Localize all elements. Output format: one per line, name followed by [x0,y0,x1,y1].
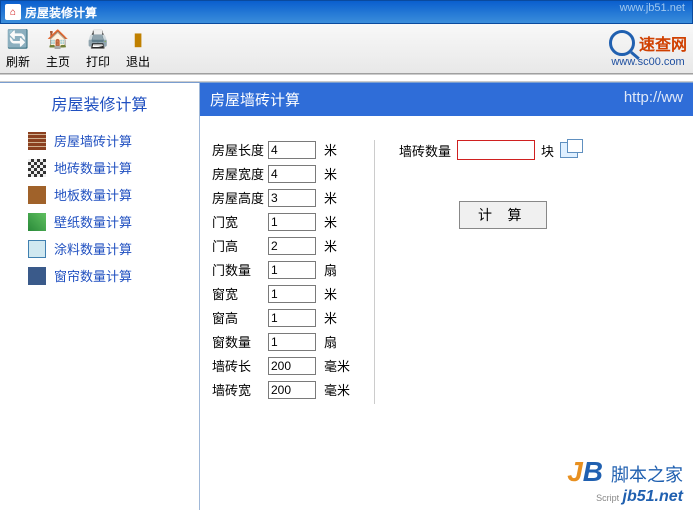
search-logo-url: www.sc00.com [611,56,684,68]
home-label: 主页 [46,53,70,70]
watermark-top: www.jb51.net [620,2,685,14]
content-title: 房屋墙砖计算 [210,89,300,110]
magnifier-icon [609,30,635,56]
row-tile-length: 墙砖长毫米 [212,356,350,375]
row-room-width: 房屋宽度米 [212,164,350,183]
content-url: http://ww [624,89,683,110]
refresh-icon: 🔄 [6,27,30,51]
door-width-input[interactable] [268,213,316,231]
room-width-input[interactable] [268,165,316,183]
toolbar: 🔄 刷新 🏠 主页 🖨️ 打印 ▮ 退出 速查网 www.sc00.com [0,24,693,74]
paint-icon [28,240,46,258]
refresh-label: 刷新 [6,53,30,70]
sidebar-item-wallpaper[interactable]: 壁纸数量计算 [0,208,199,235]
window-height-input[interactable] [268,309,316,327]
tile-width-input[interactable] [268,381,316,399]
row-window-height: 窗高米 [212,308,350,327]
app-icon: ⌂ [5,4,21,20]
sidebar-item-floor-board[interactable]: 地板数量计算 [0,181,199,208]
sidebar-item-curtain[interactable]: 窗帘数量计算 [0,262,199,289]
content-header: 房屋墙砖计算 http://ww [200,83,693,116]
sidebar-item-label: 地板数量计算 [54,185,132,204]
curtain-icon [28,267,46,285]
door-height-input[interactable] [268,237,316,255]
print-icon: 🖨️ [86,27,110,51]
sidebar-title: 房屋装修计算 [0,91,199,115]
print-label: 打印 [86,53,110,70]
footer-logo: JB脚本之家 Script jb51.net [567,456,683,506]
copy-icon[interactable] [560,142,578,158]
exit-button[interactable]: ▮ 退出 [126,27,150,70]
sidebar-item-label: 窗帘数量计算 [54,266,132,285]
input-form: 房屋长度米 房屋宽度米 房屋高度米 门宽米 门高米 门数量扇 窗宽米 窗高米 窗… [212,140,375,404]
sidebar-item-label: 地砖数量计算 [54,158,132,177]
floor-icon [28,186,46,204]
calculate-button[interactable]: 计 算 [459,201,547,229]
tile-icon [28,159,46,177]
exit-label: 退出 [126,53,150,70]
row-window-width: 窗宽米 [212,284,350,303]
tile-length-input[interactable] [268,357,316,375]
sidebar-item-label: 壁纸数量计算 [54,212,132,231]
form-area: 房屋长度米 房屋宽度米 房屋高度米 门宽米 门高米 门数量扇 窗宽米 窗高米 窗… [200,116,693,416]
result-form: 墙砖数量 块 计 算 [375,140,578,404]
row-result: 墙砖数量 块 [399,140,578,160]
search-logo-text: 速查网 [639,31,687,55]
home-button[interactable]: 🏠 主页 [46,27,70,70]
row-window-count: 窗数量扇 [212,332,350,351]
result-label: 墙砖数量 [399,141,451,160]
content-panel: 房屋墙砖计算 http://ww 房屋长度米 房屋宽度米 房屋高度米 门宽米 门… [200,83,693,510]
search-logo: 速查网 www.sc00.com [609,30,687,68]
sidebar-item-paint[interactable]: 涂料数量计算 [0,235,199,262]
door-count-input[interactable] [268,261,316,279]
result-output [457,140,535,160]
row-door-height: 门高米 [212,236,350,255]
room-height-input[interactable] [268,189,316,207]
exit-icon: ▮ [126,27,150,51]
address-bar [0,74,693,82]
row-room-length: 房屋长度米 [212,140,350,159]
room-length-input[interactable] [268,141,316,159]
row-door-count: 门数量扇 [212,260,350,279]
window-width-input[interactable] [268,285,316,303]
refresh-button[interactable]: 🔄 刷新 [6,27,30,70]
sidebar-item-label: 房屋墙砖计算 [54,131,132,150]
sidebar-item-label: 涂料数量计算 [54,239,132,258]
row-tile-width: 墙砖宽毫米 [212,380,350,399]
window-count-input[interactable] [268,333,316,351]
print-button[interactable]: 🖨️ 打印 [86,27,110,70]
sidebar: 房屋装修计算 房屋墙砖计算 地砖数量计算 地板数量计算 壁纸数量计算 涂料数量计… [0,83,200,510]
row-room-height: 房屋高度米 [212,188,350,207]
window-titlebar: ⌂ 房屋装修计算 [0,0,693,24]
sidebar-item-floor-tile[interactable]: 地砖数量计算 [0,154,199,181]
window-title: 房屋装修计算 [25,4,97,21]
result-unit: 块 [541,141,554,160]
sidebar-item-wall-tile[interactable]: 房屋墙砖计算 [0,127,199,154]
row-door-width: 门宽米 [212,212,350,231]
main-area: 房屋装修计算 房屋墙砖计算 地砖数量计算 地板数量计算 壁纸数量计算 涂料数量计… [0,82,693,510]
brick-icon [28,132,46,150]
wallpaper-icon [28,213,46,231]
home-icon: 🏠 [46,27,70,51]
